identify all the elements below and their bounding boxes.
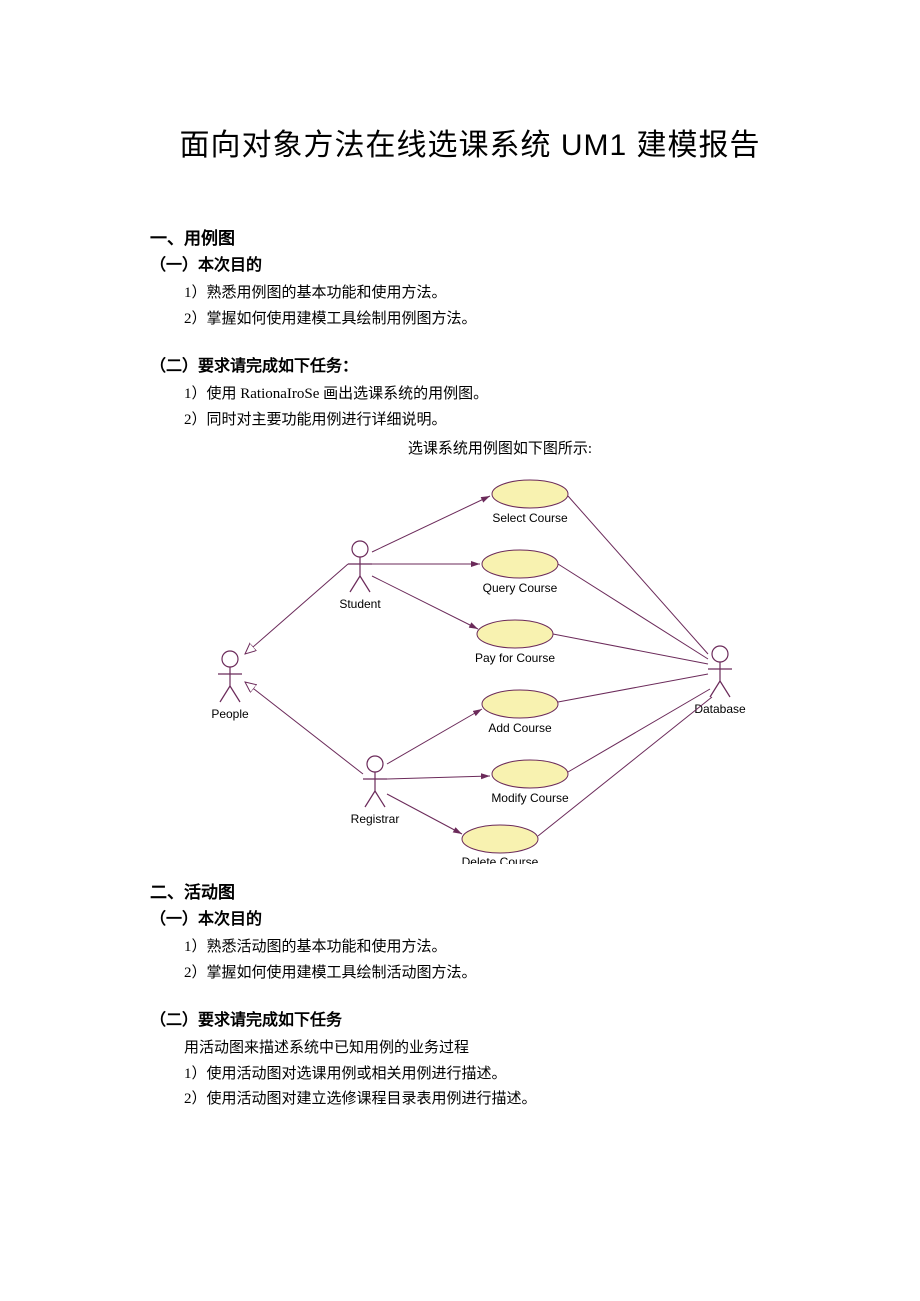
actor-registrar-label: Registrar: [351, 812, 400, 826]
usecase-add-course: Add Course: [482, 690, 558, 735]
use-case-diagram: People Student Registrar: [190, 464, 750, 864]
usecase-delete-course: Delete Course: [462, 825, 539, 864]
diagram-svg: People Student Registrar: [190, 464, 750, 864]
actor-registrar: Registrar: [351, 756, 400, 826]
actor-people: People: [211, 651, 249, 721]
section-2-2-intro: 用活动图来描述系统中已知用例的业务过程: [184, 1036, 790, 1062]
document-page: 面向对象方法在线选课系统 UM1 建模报告 一、用例图 （一）本次目的 1）熟悉…: [0, 0, 920, 1173]
assoc-db-pay: [553, 634, 708, 664]
document-title: 面向对象方法在线选课系统 UM1 建模报告: [150, 120, 790, 164]
usecase-label-4: Modify Course: [491, 791, 569, 805]
actor-student: Student: [339, 541, 381, 611]
usecase-select-course: Select Course: [492, 480, 568, 525]
usecase-label-3: Add Course: [488, 721, 552, 735]
section-2-2-item-2: 2）使用活动图对建立选修课程目录表用例进行描述。: [184, 1087, 790, 1113]
actor-database-label: Database: [694, 702, 746, 716]
section-2-2-heading: （二）要求请完成如下任务: [150, 1006, 790, 1030]
assoc-registrar-add: [387, 709, 482, 764]
usecase-label-1: Query Course: [483, 581, 558, 595]
usecase-query-course: Query Course: [482, 550, 558, 595]
section-1-2-item-1: 1）使用 RationaIroSe 画出选课系统的用例图。: [184, 382, 790, 408]
section-2-1-item-2: 2）掌握如何使用建模工具绘制活动图方法。: [184, 961, 790, 987]
gen-student-people: [245, 564, 348, 654]
section-1-2-item-2: 2）同时对主要功能用例进行详细说明。: [184, 408, 790, 434]
assoc-registrar-modify: [387, 776, 490, 779]
usecase-label-0: Select Course: [492, 511, 568, 525]
gen-registrar-people: [245, 682, 363, 774]
actor-people-label: People: [211, 707, 249, 721]
section-2-heading: 二、活动图: [150, 878, 790, 903]
section-1-1-item-1: 1）熟悉用例图的基本功能和使用方法。: [184, 281, 790, 307]
assoc-student-pay: [372, 576, 478, 629]
section-2-2-item-1: 1）使用活动图对选课用例或相关用例进行描述。: [184, 1062, 790, 1088]
actor-student-label: Student: [339, 597, 381, 611]
usecase-label-5: Delete Course: [462, 855, 539, 864]
assoc-db-query: [558, 564, 708, 659]
section-1-1-heading: （一）本次目的: [150, 251, 790, 275]
assoc-db-delete: [538, 697, 712, 836]
usecase-pay-for-course: Pay for Course: [475, 620, 555, 665]
assoc-db-select: [568, 496, 708, 654]
section-1-1-item-2: 2）掌握如何使用建模工具绘制用例图方法。: [184, 307, 790, 333]
assoc-student-select: [372, 496, 490, 552]
diagram-caption: 选课系统用例图如下图所示:: [210, 437, 790, 458]
assoc-db-modify: [568, 689, 710, 772]
section-1-2-heading: （二）要求请完成如下任务：: [150, 352, 790, 376]
usecase-modify-course: Modify Course: [491, 760, 569, 805]
section-2-1-item-1: 1）熟悉活动图的基本功能和使用方法。: [184, 935, 790, 961]
assoc-db-add: [558, 674, 708, 702]
usecase-label-2: Pay for Course: [475, 651, 555, 665]
section-1-heading: 一、用例图: [150, 224, 790, 249]
section-2-1-heading: （一）本次目的: [150, 905, 790, 929]
